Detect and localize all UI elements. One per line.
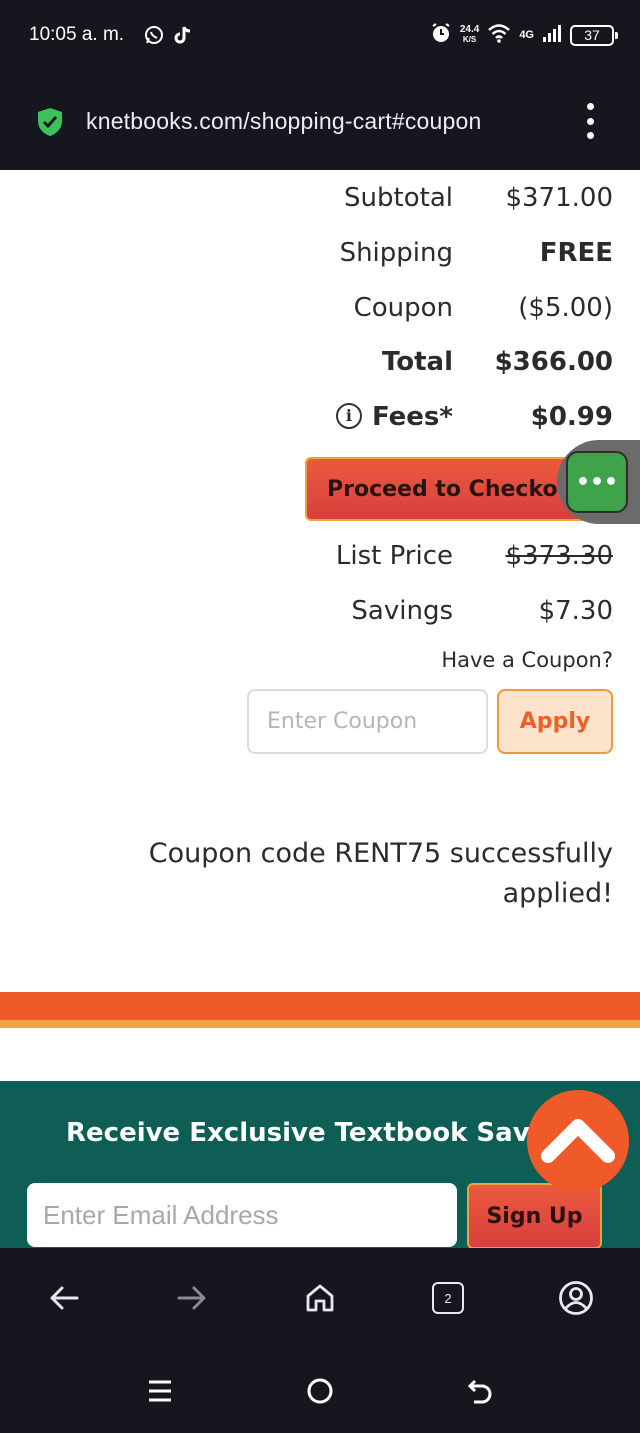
newsletter-title: Receive Exclusive Textbook Savings — [66, 1118, 592, 1148]
tabs-icon[interactable]: 2 — [428, 1278, 468, 1318]
network-type: 4G — [519, 29, 534, 41]
fees-row: i Fees* $0.99 — [213, 397, 613, 437]
total-row: Total $366.00 — [213, 342, 613, 382]
speed-value: 24.4 — [459, 24, 480, 35]
alarm-icon — [430, 22, 452, 48]
shipping-value: FREE — [539, 238, 613, 268]
divider-amber — [0, 1020, 640, 1028]
recent-apps-icon[interactable] — [140, 1376, 180, 1406]
shield-check-icon[interactable] — [36, 107, 64, 141]
browser-toolbar: 2 — [0, 1248, 640, 1348]
sign-up-button[interactable]: Sign Up — [467, 1183, 602, 1248]
checkout-label: Proceed to Checkout — [327, 476, 584, 502]
coupon-label: Coupon — [353, 293, 453, 323]
fees-value: $0.99 — [530, 402, 613, 432]
subtotal-value: $371.00 — [505, 183, 613, 213]
chat-ellipsis-icon[interactable]: ••• — [566, 451, 628, 513]
scroll-to-top-button[interactable] — [527, 1090, 629, 1192]
url-text[interactable]: knetbooks.com/shopping-cart#coupon — [86, 108, 482, 135]
battery-indicator: 37 — [570, 24, 618, 46]
browser-url-bar[interactable]: knetbooks.com/shopping-cart#coupon — [0, 75, 640, 170]
info-icon[interactable]: i — [335, 402, 362, 429]
fees-label-group[interactable]: i Fees* — [335, 402, 453, 432]
status-bar: 10:05 a. m. 24.4 K/S 4G 37 — [0, 0, 640, 75]
list-price-row: List Price $373.30 — [213, 536, 613, 576]
savings-value: $7.30 — [538, 596, 613, 626]
coupon-placeholder: Enter Coupon — [267, 709, 418, 734]
total-label: Total — [381, 347, 453, 377]
shipping-label: Shipping — [339, 238, 453, 268]
chevron-up-icon — [540, 1114, 616, 1168]
tabs-count: 2 — [432, 1282, 464, 1314]
whatsapp-icon — [144, 25, 164, 49]
home-icon[interactable] — [300, 1278, 340, 1318]
apply-label: Apply — [519, 709, 591, 734]
shipping-row: Shipping FREE — [213, 233, 613, 273]
divider-orange — [0, 992, 640, 1020]
coupon-input[interactable]: Enter Coupon — [247, 689, 488, 754]
tiktok-icon — [174, 25, 192, 49]
total-value: $366.00 — [494, 347, 613, 377]
more-options-icon[interactable] — [582, 103, 598, 139]
coupon-row: Coupon ($5.00) — [213, 288, 613, 328]
status-time: 10:05 a. m. — [29, 24, 125, 45]
battery-level: 37 — [584, 27, 600, 43]
profile-icon[interactable] — [556, 1278, 596, 1318]
list-price-value: $373.30 — [505, 541, 613, 571]
list-price-label: List Price — [335, 541, 453, 571]
subtotal-row: Subtotal $371.00 — [213, 178, 613, 218]
system-nav-bar — [0, 1348, 640, 1433]
savings-row: Savings $7.30 — [213, 591, 613, 631]
email-placeholder: Enter Email Address — [43, 1199, 279, 1230]
forward-icon[interactable] — [172, 1278, 212, 1318]
savings-label: Savings — [351, 596, 453, 626]
back-gesture-icon[interactable] — [460, 1376, 500, 1406]
home-circle-icon[interactable] — [300, 1376, 340, 1406]
speed-unit: K/S — [462, 35, 477, 44]
network-speed: 24.4 K/S — [460, 25, 479, 45]
back-icon[interactable] — [44, 1278, 84, 1318]
sign-up-label: Sign Up — [486, 1203, 583, 1229]
have-coupon-label: Have a Coupon? — [441, 648, 613, 672]
apply-coupon-button[interactable]: Apply — [497, 689, 613, 754]
fees-label: Fees* — [371, 402, 453, 432]
email-input[interactable]: Enter Email Address — [27, 1183, 457, 1247]
subtotal-label: Subtotal — [344, 183, 453, 213]
signal-icon — [542, 23, 562, 47]
cart-page: Subtotal $371.00 Shipping FREE Coupon ($… — [0, 170, 640, 1248]
wifi-icon — [487, 23, 511, 47]
coupon-value: ($5.00) — [518, 293, 613, 323]
coupon-success-message: Coupon code RENT75 successfully applied! — [148, 838, 613, 909]
